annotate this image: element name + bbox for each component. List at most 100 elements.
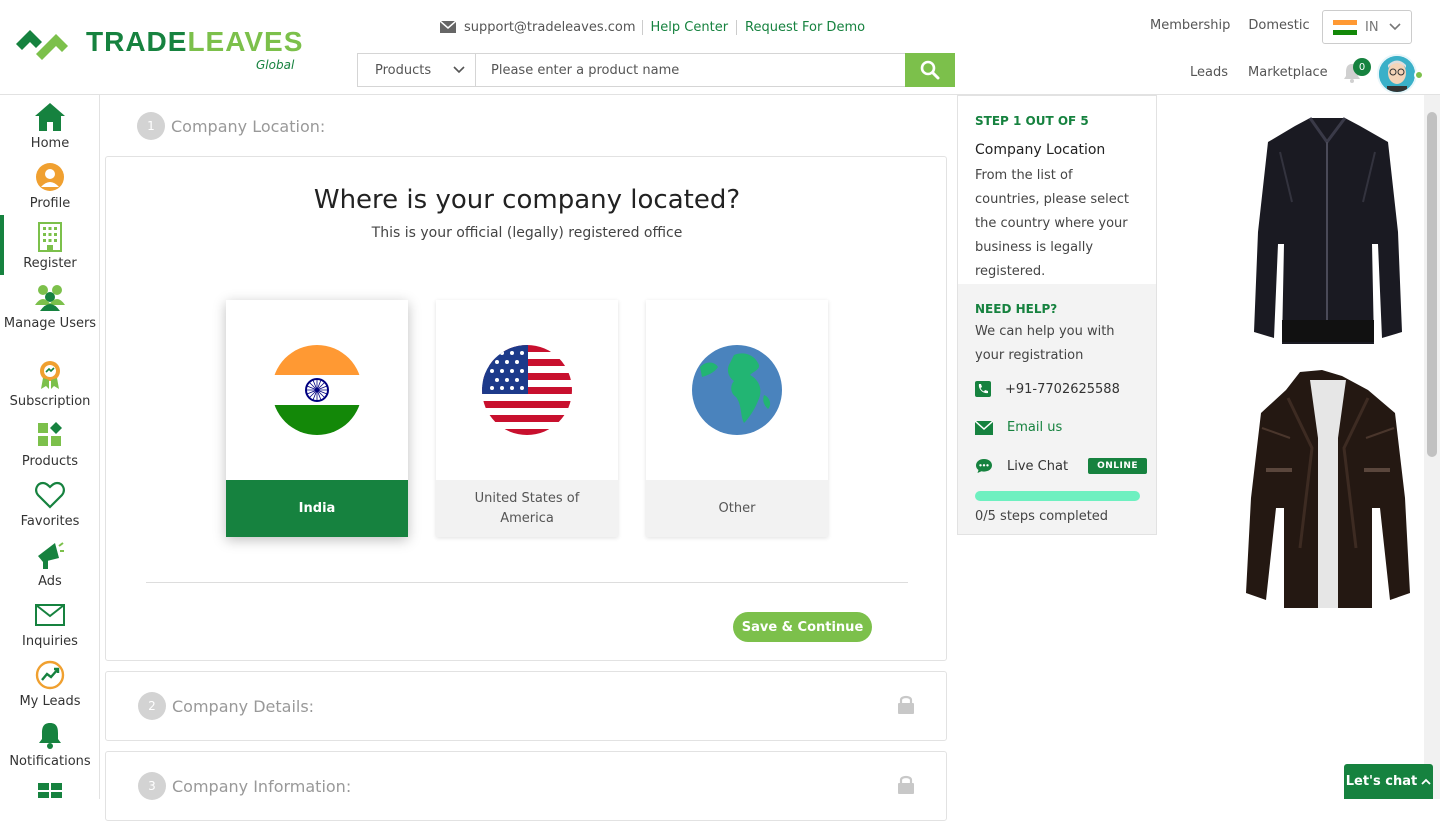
- lock-icon: [898, 775, 914, 794]
- badge-icon: [40, 361, 60, 389]
- logo-leaf-icon: [16, 30, 68, 60]
- heart-icon: [35, 481, 65, 509]
- left-sidebar: Home Profile Register Manage Users Subsc…: [0, 95, 100, 799]
- step-company-location-header[interactable]: 1 Company Location:: [105, 95, 947, 157]
- profile-icon: [36, 163, 64, 191]
- sidebar-item-profile[interactable]: Profile: [0, 161, 99, 212]
- sidebar-item-my-leads[interactable]: My Leads: [0, 659, 99, 710]
- domestic-link[interactable]: Domestic: [1248, 18, 1309, 33]
- need-help-heading: NEED HELP?: [975, 302, 1058, 316]
- country-option-usa[interactable]: United States of America: [436, 300, 618, 537]
- phone-contact[interactable]: +91-7702625588: [975, 381, 1120, 397]
- step-number: 2: [138, 692, 166, 720]
- country-option-label: United States of America: [436, 480, 618, 537]
- form-divider: [146, 582, 908, 583]
- globe-icon: [692, 345, 782, 435]
- company-location-panel: Where is your company located? This is y…: [105, 156, 947, 661]
- leads-link[interactable]: Leads: [1190, 65, 1228, 80]
- online-status-dot: [1414, 70, 1424, 80]
- sidebar-item-home[interactable]: Home: [0, 101, 99, 152]
- sidebar-item-subscription[interactable]: Subscription: [0, 359, 99, 410]
- logo-subtitle: Global: [256, 58, 295, 72]
- step-label: Company Details:: [172, 696, 315, 716]
- leather-jacket-image: [1246, 370, 1410, 608]
- chevron-down-icon: [1389, 23, 1401, 31]
- user-avatar[interactable]: [1377, 54, 1417, 94]
- step-company-details-header[interactable]: 2 Company Details:: [105, 671, 947, 741]
- megaphone-icon: [38, 542, 64, 569]
- online-badge: ONLINE: [1088, 458, 1148, 474]
- india-flag-icon: [272, 345, 362, 435]
- envelope-icon: [440, 21, 456, 33]
- chevron-down-icon: [453, 66, 465, 74]
- notification-count-badge: 0: [1353, 58, 1371, 76]
- building-icon: [38, 222, 62, 252]
- sidebar-item-ads[interactable]: Ads: [0, 539, 99, 590]
- location-question: Where is your company located?: [313, 185, 741, 215]
- ad-jacket-2[interactable]: [1240, 368, 1415, 613]
- page-scrollbar[interactable]: [1424, 95, 1440, 799]
- step-number: 1: [137, 112, 165, 140]
- logo-wordmark: TRADELEAVES: [86, 26, 304, 57]
- search-input[interactable]: [476, 54, 905, 86]
- location-subtitle: This is your official (legally) register…: [371, 225, 683, 241]
- top-header: TRADELEAVES Global support@tradeleaves.c…: [0, 0, 1440, 95]
- india-flag-icon: [1333, 19, 1357, 35]
- live-chat-link[interactable]: Live Chat ONLINE: [975, 458, 1148, 474]
- help-text: We can help you with your registration: [975, 324, 1115, 363]
- search-icon: [920, 60, 940, 80]
- search-category-select[interactable]: Products: [358, 54, 476, 86]
- envelope-icon: [975, 420, 993, 435]
- support-email-link[interactable]: support@tradeleaves.com: [440, 19, 643, 35]
- save-continue-button[interactable]: Save & Continue: [733, 612, 872, 642]
- step-company-information-header[interactable]: 3 Company Information:: [105, 751, 947, 821]
- country-option-label: Other: [646, 480, 828, 537]
- help-center-link[interactable]: Help Center: [643, 19, 738, 35]
- sidebar-item-manage-users[interactable]: Manage Users: [0, 281, 99, 332]
- chat-bubble-icon: [976, 459, 992, 473]
- sidebar-item-favorites[interactable]: Favorites: [0, 479, 99, 530]
- request-demo-link[interactable]: Request For Demo: [737, 20, 873, 35]
- tradeleaves-logo[interactable]: TRADELEAVES Global: [16, 22, 306, 78]
- phone-icon: [975, 381, 991, 397]
- registration-progress-bar: [975, 491, 1140, 501]
- usa-flag-icon: [482, 345, 572, 435]
- email-us-link[interactable]: Email us: [975, 420, 1062, 435]
- step-label: Company Location:: [171, 116, 326, 136]
- sidebar-item-notifications[interactable]: Notifications: [0, 719, 99, 770]
- country-select[interactable]: IN: [1322, 10, 1412, 44]
- step-progress-label: STEP 1 OUT OF 5: [975, 114, 1089, 128]
- header-right-links-bottom: Leads Marketplace: [1190, 65, 1328, 80]
- help-description: From the list of countries, please selec…: [975, 168, 1130, 279]
- step-label: Company Information:: [172, 776, 352, 796]
- chevron-up-icon: [1421, 778, 1431, 785]
- home-icon: [35, 103, 65, 131]
- top-links: support@tradeleaves.com Help Center Requ…: [440, 16, 873, 38]
- marketplace-link[interactable]: Marketplace: [1248, 65, 1328, 80]
- leads-icon: [35, 660, 65, 690]
- sidebar-item-more[interactable]: [0, 779, 99, 799]
- sidebar-item-inquiries[interactable]: Inquiries: [0, 599, 99, 650]
- search-button[interactable]: [905, 53, 955, 87]
- registration-help-panel: STEP 1 OUT OF 5 Company Location From th…: [957, 95, 1157, 535]
- bell-icon: [39, 723, 61, 749]
- step-number: 3: [138, 772, 166, 800]
- country-option-india[interactable]: India: [226, 300, 408, 537]
- products-icon: [38, 422, 62, 446]
- users-icon: [35, 285, 65, 311]
- country-option-other[interactable]: Other: [646, 300, 828, 537]
- sidebar-item-register[interactable]: Register: [0, 221, 99, 272]
- header-right-links: Membership Domestic: [1150, 18, 1310, 33]
- progress-text: 0/5 steps completed: [975, 509, 1109, 524]
- avatar-portrait-icon: [1379, 56, 1415, 92]
- leather-jacket-image: [1254, 117, 1402, 344]
- product-search: Products: [357, 53, 955, 87]
- country-option-label: India: [226, 480, 408, 537]
- lock-icon: [898, 695, 914, 714]
- sidebar-item-products[interactable]: Products: [0, 419, 99, 470]
- grid-icon: [38, 783, 62, 799]
- membership-link[interactable]: Membership: [1150, 18, 1230, 33]
- lets-chat-button[interactable]: Let's chat: [1344, 764, 1433, 799]
- ad-jacket-1[interactable]: [1240, 112, 1415, 352]
- scrollbar-thumb[interactable]: [1427, 112, 1437, 457]
